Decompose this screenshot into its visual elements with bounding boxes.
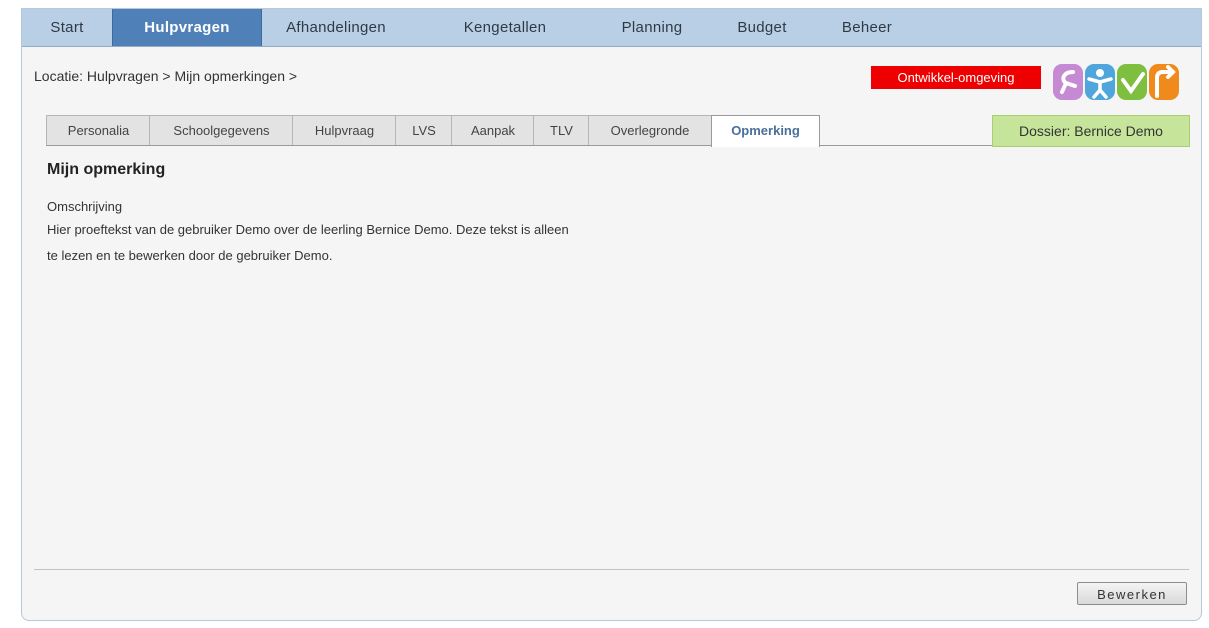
nav-kengetallen[interactable]: Kengetallen <box>430 9 580 46</box>
checkmark-icon <box>1117 64 1147 100</box>
tab-overlegronde[interactable]: Overlegronde <box>588 115 712 145</box>
tab-lvs[interactable]: LVS <box>395 115 453 145</box>
tab-personalia[interactable]: Personalia <box>46 115 151 145</box>
nav-afhandelingen[interactable]: Afhandelingen <box>261 9 411 46</box>
app-frame: Start Hulpvragen Afhandelingen Kengetall… <box>21 8 1202 621</box>
breadcrumb: Locatie: Hulpvragen > Mijn opmerkingen > <box>34 68 298 84</box>
app-logo <box>1053 64 1179 100</box>
dossier-badge: Dossier: Bernice Demo <box>992 115 1190 147</box>
comment-text: Hier proeftekst van de gebruiker Demo ov… <box>47 217 687 269</box>
comment-text-line-1: Hier proeftekst van de gebruiker Demo ov… <box>47 222 569 237</box>
page-title: Mijn opmerking <box>47 161 166 178</box>
main-navigation: Start Hulpvragen Afhandelingen Kengetall… <box>22 9 1201 47</box>
nav-beheer[interactable]: Beheer <box>817 9 917 46</box>
nav-budget[interactable]: Budget <box>712 9 812 46</box>
tab-schoolgegevens[interactable]: Schoolgegevens <box>149 115 294 145</box>
nav-hulpvragen[interactable]: Hulpvragen <box>112 9 262 46</box>
tab-aanpak[interactable]: Aanpak <box>451 115 535 145</box>
footer-divider <box>34 569 1189 570</box>
nav-planning[interactable]: Planning <box>587 9 717 46</box>
person-icon <box>1053 64 1083 100</box>
content-area: Mijn opmerking Omschrijving Hier proefte… <box>47 161 747 269</box>
child-icon <box>1085 64 1115 100</box>
edit-button[interactable]: Bewerken <box>1077 582 1187 605</box>
arrow-icon <box>1149 64 1179 100</box>
tab-hulpvraag[interactable]: Hulpvraag <box>292 115 397 145</box>
tab-tlv[interactable]: TLV <box>533 115 590 145</box>
environment-badge: Ontwikkel-omgeving <box>871 66 1041 89</box>
field-label-omschrijving: Omschrijving <box>47 199 123 214</box>
comment-text-line-2: te lezen en te bewerken door de gebruike… <box>47 248 333 263</box>
nav-start[interactable]: Start <box>22 9 112 46</box>
tab-opmerking[interactable]: Opmerking <box>711 115 820 147</box>
